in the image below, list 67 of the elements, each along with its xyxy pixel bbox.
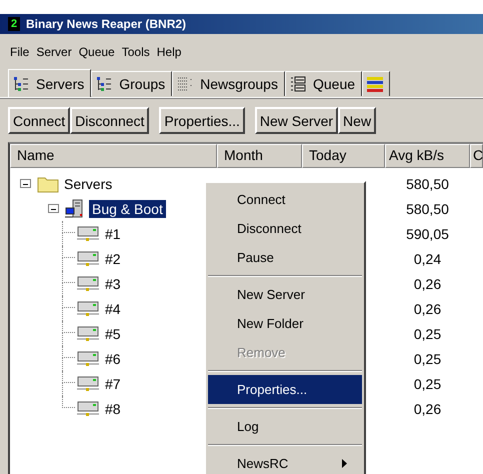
collapse-toggle-icon[interactable] <box>20 179 31 188</box>
toolbar-button[interactable]: New Server <box>254 107 338 134</box>
tree-item[interactable]: Servers <box>61 174 116 192</box>
table-cell-text: 0,26 <box>412 300 442 316</box>
drive-icon <box>76 374 100 392</box>
table-cell-text: 590,05 <box>405 226 450 242</box>
tab[interactable]: Groups <box>91 71 172 96</box>
tab[interactable]: Servers <box>8 69 92 97</box>
tree-item[interactable]: #7 <box>102 374 124 392</box>
table-cell-text: 0,25 <box>412 376 442 392</box>
drive-icon <box>76 400 100 418</box>
tree-icon <box>96 76 112 92</box>
tree-item[interactable]: Bug & Boot <box>89 200 166 218</box>
list-icon <box>290 76 306 92</box>
drive-icon <box>76 350 100 368</box>
context-menu-item[interactable]: New Folder <box>208 309 362 338</box>
toolbar-button[interactable]: New <box>338 107 376 134</box>
drive-icon <box>76 300 100 318</box>
context-menu-item[interactable]: New Server <box>208 280 362 309</box>
bars-icon <box>367 76 384 92</box>
table-cell-text: 0,24 <box>412 250 442 266</box>
app-logo-icon: 2 <box>8 17 20 31</box>
menu-item[interactable]: Queue <box>78 44 115 58</box>
window-title: Binary News Reaper (BNR2) <box>26 17 186 31</box>
drive-icon <box>76 274 100 292</box>
toolbar-button[interactable]: Properties... <box>159 107 245 134</box>
table-cell-text: 0,25 <box>412 350 442 366</box>
toolbar-button[interactable]: Disconnect <box>70 107 150 134</box>
menu-item[interactable]: Help <box>156 44 182 58</box>
tab[interactable]: Newsgroups <box>172 71 285 96</box>
folder-icon <box>37 174 59 192</box>
table-cell-text: 0,25 <box>412 326 442 342</box>
tree-item[interactable]: #6 <box>102 350 124 368</box>
tree-item[interactable]: #8 <box>102 400 124 418</box>
tree-icon <box>13 76 29 92</box>
table-cell-text: 0,26 <box>412 276 442 292</box>
column-header[interactable]: Today <box>302 144 385 168</box>
table-cell-text: 0,26 <box>412 400 442 416</box>
submenu-arrow-icon <box>342 459 348 468</box>
menu-item[interactable]: File <box>10 44 30 58</box>
column-header[interactable]: C <box>470 144 483 168</box>
column-header[interactable]: Avg kB/s <box>385 144 470 168</box>
drive-icon <box>76 224 100 242</box>
tree-item[interactable]: #4 <box>102 300 124 318</box>
menu-item[interactable]: Server <box>36 44 72 58</box>
table-cell-text: 580,50 <box>405 200 450 216</box>
context-menu-item[interactable]: Disconnect <box>208 214 362 243</box>
grid-icon <box>177 76 194 92</box>
menu-item[interactable]: Tools <box>122 44 150 58</box>
context-menu-item[interactable]: Pause <box>208 243 362 272</box>
context-menu-item[interactable]: Properties... <box>208 375 362 404</box>
toolbar-button[interactable]: Connect <box>8 107 70 134</box>
context-menu-item[interactable]: NewsRC <box>208 449 362 474</box>
drive-icon <box>76 324 100 342</box>
tab[interactable] <box>362 71 390 96</box>
tree-item[interactable]: #2 <box>102 250 124 268</box>
context-menu-item[interactable]: Connect <box>208 185 362 214</box>
context-menu-item[interactable]: Log <box>208 412 362 441</box>
tree-item[interactable]: #3 <box>102 274 124 292</box>
drive-icon <box>76 250 100 268</box>
collapse-toggle-icon[interactable] <box>48 204 59 213</box>
tree-item[interactable]: #5 <box>102 324 124 342</box>
column-header[interactable]: Month <box>217 144 302 168</box>
tree-item[interactable]: #1 <box>102 224 124 242</box>
tab[interactable]: Queue <box>284 71 362 96</box>
table-cell-text: 580,50 <box>405 176 450 192</box>
column-header[interactable]: Name <box>10 144 217 168</box>
